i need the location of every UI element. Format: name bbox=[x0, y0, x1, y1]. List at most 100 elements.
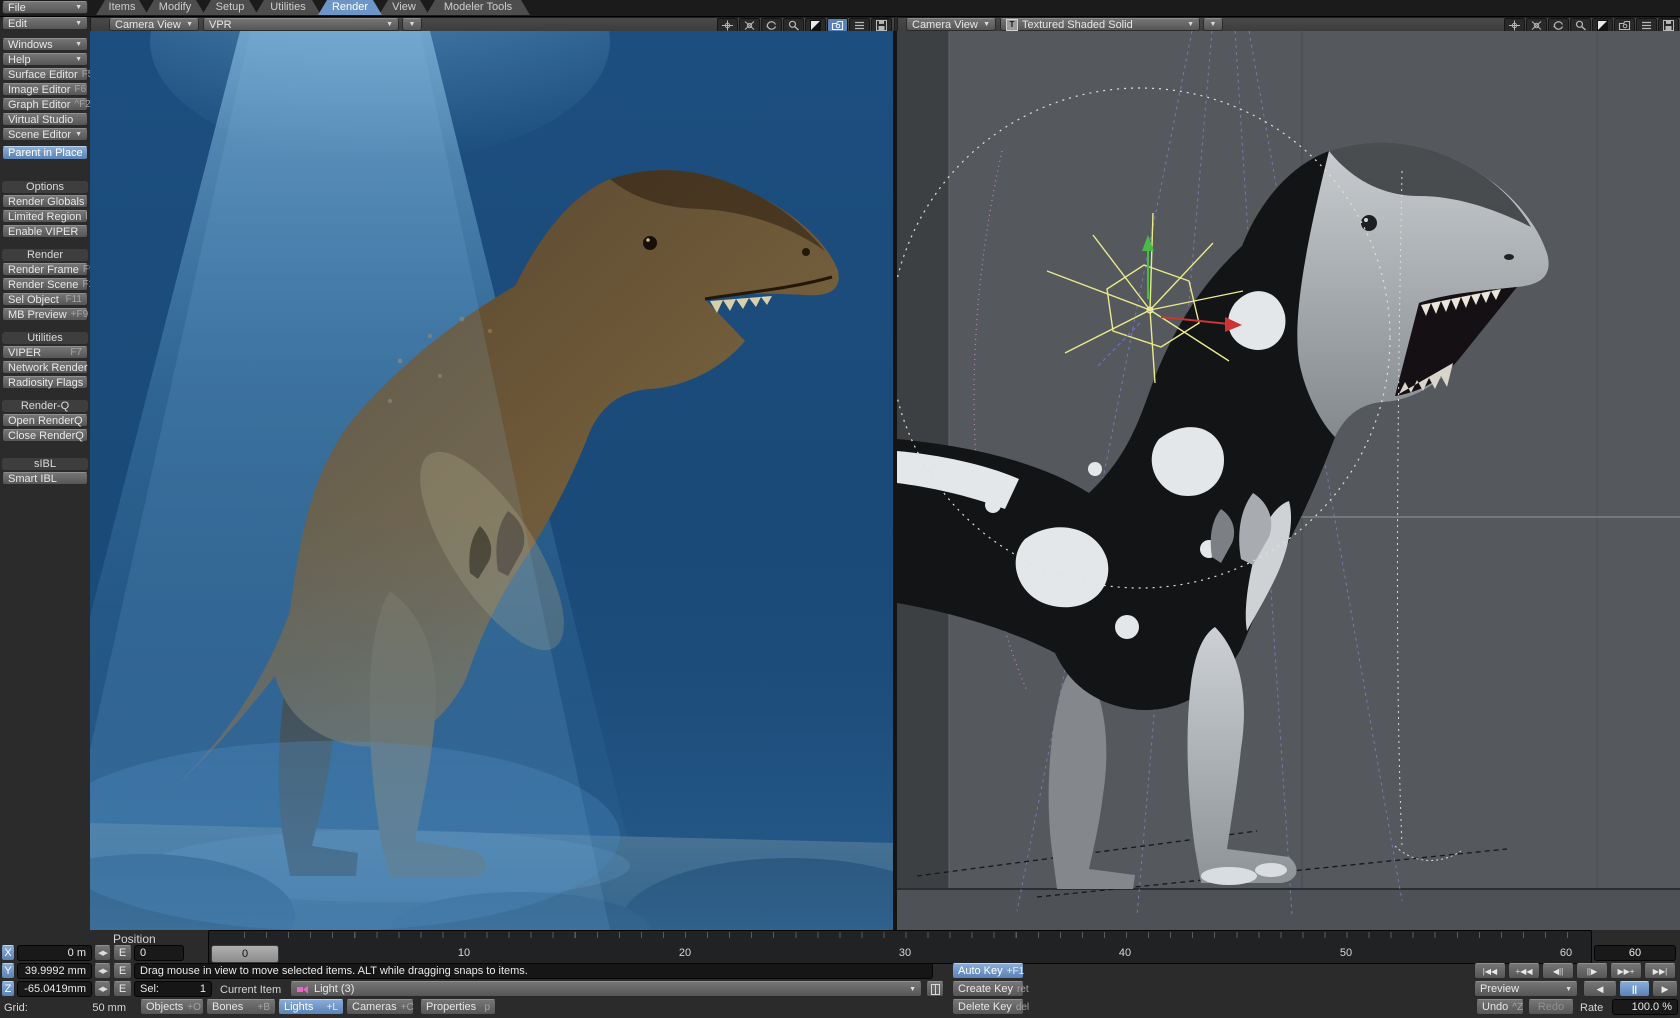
redo-button[interactable]: Redo bbox=[1528, 999, 1574, 1015]
position-z-field[interactable]: -65.0419mm bbox=[17, 981, 92, 997]
tab-utilities[interactable]: Utilities bbox=[255, 0, 321, 15]
rotate-icon[interactable] bbox=[1548, 18, 1569, 32]
camera-icon[interactable] bbox=[827, 18, 848, 32]
viewport-layout-icon[interactable] bbox=[1592, 18, 1613, 32]
frame-scrubber-handle[interactable]: 0 bbox=[211, 945, 279, 963]
rotate-icon[interactable] bbox=[761, 18, 782, 32]
delete-key-button[interactable]: Delete Keydel bbox=[952, 999, 1024, 1015]
position-x-field[interactable]: 0 m bbox=[17, 945, 92, 961]
viewport-layout-icon[interactable] bbox=[805, 18, 826, 32]
item-list-icon[interactable] bbox=[926, 981, 944, 997]
rate-field[interactable]: 100.0 % bbox=[1612, 999, 1678, 1015]
sidebar-item-enable-viper[interactable]: Enable VIPER bbox=[2, 225, 88, 238]
right-viewport-options-dropdown[interactable]: ▼ bbox=[1203, 18, 1223, 31]
sidebar-item-image-editor[interactable]: Image EditorF6 bbox=[2, 83, 88, 96]
axis-z-button[interactable]: Z bbox=[1, 981, 15, 997]
camera-icon[interactable] bbox=[1614, 18, 1635, 32]
auto-key-button[interactable]: Auto Key+F1 bbox=[952, 963, 1024, 979]
y-envelope-button[interactable]: E bbox=[113, 963, 132, 979]
select-lights-button[interactable]: Lights+L bbox=[278, 999, 344, 1015]
axis-y-button[interactable]: Y bbox=[1, 963, 15, 979]
rate-label: Rate bbox=[1580, 1002, 1603, 1014]
sidebar-item-viper[interactable]: VIPERF7 bbox=[2, 346, 88, 359]
z-envelope-button[interactable]: E bbox=[113, 981, 132, 997]
move-icon[interactable] bbox=[717, 18, 738, 32]
list-icon[interactable] bbox=[849, 18, 870, 32]
chevron-down-icon: ▼ bbox=[409, 21, 416, 28]
sidebar-group-sibl: sIBL bbox=[2, 458, 88, 470]
next-key-button[interactable]: ▶▶+ bbox=[1610, 963, 1642, 979]
save-icon[interactable] bbox=[871, 18, 892, 32]
right-render-mode-dropdown[interactable]: T Textured Shaded Solid▼ bbox=[1000, 18, 1200, 31]
x-stepper[interactable]: ◀▶ bbox=[94, 945, 111, 961]
properties-button[interactable]: Propertiesp bbox=[420, 999, 496, 1015]
select-objects-button[interactable]: Objects+O bbox=[140, 999, 204, 1015]
sidebar-item-open-renderq[interactable]: Open RenderQ bbox=[2, 414, 88, 427]
left-view-type-dropdown[interactable]: Camera View▼ bbox=[109, 18, 199, 31]
sidebar-item-render-globals[interactable]: Render Globals bbox=[2, 195, 88, 208]
tab-setup[interactable]: Setup bbox=[202, 0, 258, 15]
sidebar-item-radiosity-flags[interactable]: Radiosity Flags bbox=[2, 376, 88, 389]
menu-help[interactable]: Help▼ bbox=[2, 53, 88, 66]
viewport-left-vpr-render[interactable] bbox=[90, 31, 893, 930]
grid-label: Grid: bbox=[4, 1002, 28, 1014]
z-stepper[interactable]: ◀▶ bbox=[94, 981, 111, 997]
y-stepper[interactable]: ◀▶ bbox=[94, 963, 111, 979]
go-to-end-button[interactable]: ▶▶| bbox=[1644, 963, 1676, 979]
current-frame-field[interactable]: 0 bbox=[134, 945, 184, 961]
axis-x-button[interactable]: X bbox=[1, 945, 15, 961]
x-envelope-button[interactable]: E bbox=[113, 945, 132, 961]
chevron-down-icon: ▼ bbox=[382, 21, 393, 28]
pause-button[interactable]: || bbox=[1619, 981, 1650, 997]
timeline-tick: 40 bbox=[1119, 947, 1131, 959]
preview-dropdown[interactable]: Preview▼ bbox=[1474, 981, 1578, 997]
menu-file[interactable]: File▼ bbox=[2, 1, 88, 14]
sidebar-item-smart-ibl[interactable]: Smart IBL bbox=[2, 472, 88, 485]
sidebar-item-virtual-studio[interactable]: Virtual Studio bbox=[2, 113, 88, 126]
create-key-button[interactable]: Create Keyret bbox=[952, 981, 1024, 997]
right-view-type-dropdown[interactable]: Camera View▼ bbox=[906, 18, 996, 31]
sidebar-item-parent-in-place[interactable]: Parent in Place bbox=[2, 146, 88, 160]
sidebar-item-close-renderq[interactable]: Close RenderQ bbox=[2, 429, 88, 442]
current-item-dropdown[interactable]: Light (3) ▼ bbox=[290, 981, 922, 997]
sidebar-item-network-render[interactable]: Network Render bbox=[2, 361, 88, 374]
go-to-start-button[interactable]: |◀◀ bbox=[1474, 963, 1506, 979]
sidebar-item-mb-preview[interactable]: MB Preview+F9 bbox=[2, 308, 88, 321]
tab-modeler-tools[interactable]: Modeler Tools bbox=[426, 0, 530, 15]
end-frame-field[interactable]: 60 bbox=[1594, 945, 1676, 961]
menu-windows[interactable]: Windows▼ bbox=[2, 38, 88, 51]
undo-button[interactable]: Undo^Z bbox=[1476, 999, 1524, 1015]
play-reverse-button[interactable]: ◀ bbox=[1583, 981, 1617, 997]
step-forward-button[interactable]: ||▶ bbox=[1576, 963, 1608, 979]
viewport-right-shaded-view[interactable] bbox=[897, 31, 1680, 930]
orbit-icon[interactable] bbox=[739, 18, 760, 32]
menu-edit[interactable]: Edit▼ bbox=[2, 17, 88, 30]
orbit-icon[interactable] bbox=[1526, 18, 1547, 32]
timeline-tick: 30 bbox=[899, 947, 911, 959]
save-icon[interactable] bbox=[1658, 18, 1679, 32]
grid-value: 50 mm bbox=[60, 1002, 126, 1014]
move-icon[interactable] bbox=[1504, 18, 1525, 32]
play-forward-button[interactable]: ▶ bbox=[1652, 981, 1678, 997]
sidebar-item-limited-region[interactable]: Limited Regionl bbox=[2, 210, 88, 223]
sidebar-item-render-scene[interactable]: Render SceneF10 bbox=[2, 278, 88, 291]
zoom-icon[interactable] bbox=[1570, 18, 1591, 32]
tab-modify[interactable]: Modify bbox=[145, 0, 205, 15]
previous-key-button[interactable]: +◀◀ bbox=[1508, 963, 1540, 979]
list-icon[interactable] bbox=[1636, 18, 1657, 32]
sidebar-item-render-frame[interactable]: Render FrameF9 bbox=[2, 263, 88, 276]
select-bones-button[interactable]: Bones+B bbox=[206, 999, 276, 1015]
tab-render[interactable]: Render bbox=[318, 0, 382, 15]
sidebar-item-surface-editor[interactable]: Surface EditorF5 bbox=[2, 68, 88, 81]
sidebar-item-graph-editor[interactable]: Graph Editor^F2 bbox=[2, 98, 88, 111]
position-y-field[interactable]: 39.9992 mm bbox=[17, 963, 92, 979]
select-cameras-button[interactable]: Cameras+C bbox=[346, 999, 414, 1015]
zoom-icon[interactable] bbox=[783, 18, 804, 32]
sidebar-item-sel-object[interactable]: Sel ObjectF11 bbox=[2, 293, 88, 306]
left-render-mode-dropdown[interactable]: VPR▼ bbox=[203, 18, 399, 31]
sidebar-item-scene-editor[interactable]: Scene Editor▼ bbox=[2, 128, 88, 141]
tab-items[interactable]: Items bbox=[96, 0, 148, 15]
left-viewport-options-dropdown[interactable]: ▼ bbox=[402, 18, 422, 31]
step-back-button[interactable]: ◀|| bbox=[1542, 963, 1574, 979]
timeline-ruler[interactable]: 0 10 20 30 40 50 60 0 bbox=[208, 930, 1592, 964]
